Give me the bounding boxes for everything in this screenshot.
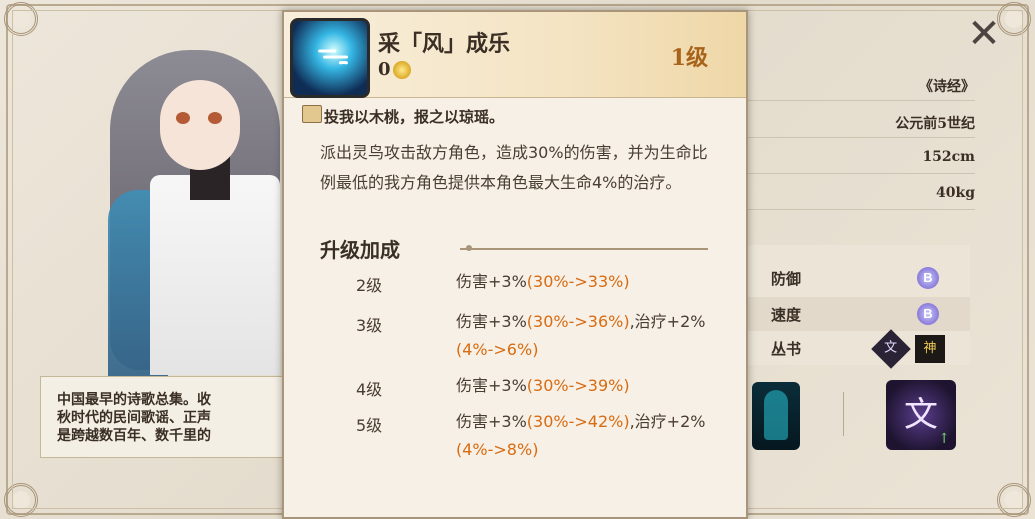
skill-effect: 派出灵鸟攻击敌方角色，造成30%的伤害，并为生命比例最低的我方角色提供本角色最大… — [320, 143, 708, 192]
skill-detail-popup: ᯓ 采「风」成乐 0 1级 投我以木桃，报之以琼瑶。 派出灵鸟攻击敌方角色，造成… — [282, 10, 748, 519]
upgrade-highlight: (30%->42%) — [526, 412, 630, 431]
character-detail-screen: 中国最早的诗歌总集。收 秋时代的民间歌谣、正声 是跨越数百年、数千里的 《诗经》… — [0, 0, 1035, 519]
portrait-robe — [150, 175, 280, 375]
upgrade-text: 伤害+3%(30%->36%),治疗+2% (4%->6%) — [456, 308, 726, 364]
upgrade-level: 5级 — [356, 416, 383, 435]
upgrade-divider — [460, 245, 708, 251]
upgrade-highlight: (30%->39%) — [526, 376, 630, 395]
series-badge-text: 文 — [884, 340, 898, 356]
skill-figure-shape — [764, 390, 788, 440]
upgrade-highlight: (4%->8%) — [456, 440, 539, 459]
upgrade-level: 2级 — [356, 276, 383, 295]
skill-name: 采「风」成乐 — [378, 31, 511, 57]
series-badge-shen[interactable]: 神 — [915, 335, 945, 363]
stat-row-series: 丛书 文 神 — [745, 329, 970, 369]
info-divider — [740, 100, 975, 101]
upgrade-highlight: (30%->36%) — [526, 312, 630, 331]
upgrade-text: 伤害+3%(30%->39%) — [456, 372, 726, 400]
book-icon — [302, 105, 322, 123]
portrait-eye — [208, 112, 222, 124]
upgrade-level: 4级 — [356, 380, 383, 399]
upgrade-highlight: (4%->6%) — [456, 340, 539, 359]
description-line: 是跨越数百年、数千里的 — [57, 428, 211, 444]
info-divider — [740, 209, 975, 210]
close-button[interactable]: ✕ — [960, 12, 1008, 56]
series-badge-wen[interactable]: 文 — [871, 329, 911, 369]
skill-bird-icon: ᯓ — [290, 18, 370, 98]
grade-badge: B — [917, 303, 939, 325]
upgrade-title: 升级加成 — [320, 238, 400, 262]
grade-badge: B — [917, 267, 939, 289]
info-divider — [740, 173, 975, 174]
skill-header: ᯓ 采「风」成乐 0 1级 — [284, 12, 746, 98]
stat-row-defense: 防御 B — [745, 261, 970, 295]
upgrade-prefix: 伤害+3% — [456, 412, 527, 431]
info-era: 公元前5世纪 — [895, 116, 975, 132]
description-line: 中国最早的诗歌总集。收 — [57, 392, 211, 408]
bird-glyph: ᯓ — [316, 33, 350, 73]
upgrade-level: 3级 — [356, 316, 383, 335]
skill-icon-figure[interactable] — [752, 382, 800, 450]
info-divider — [740, 137, 975, 138]
skill-glyph: 文 — [904, 395, 938, 435]
upgrade-mid: ,治疗+2% — [629, 412, 706, 431]
upgrade-prefix: 伤害+3% — [456, 272, 527, 291]
upgrade-text: 伤害+3%(30%->42%),治疗+2% (4%->8%) — [456, 408, 726, 464]
portrait-eye — [176, 112, 190, 124]
skill-cost: 0 — [378, 59, 411, 80]
character-description: 中国最早的诗歌总集。收 秋时代的民间歌谣、正声 是跨越数百年、数千里的 — [40, 376, 300, 458]
upgrade-prefix: 伤害+3% — [456, 376, 527, 395]
info-source: 《诗经》 — [919, 79, 975, 95]
skill-quote: 投我以木桃，报之以琼瑶。 — [324, 108, 505, 126]
upgrade-arrow-icon: ↑ — [938, 431, 950, 447]
stat-label: 丛书 — [771, 340, 802, 358]
stat-label: 防御 — [771, 270, 802, 288]
stat-label: 速度 — [771, 306, 802, 324]
stats-panel: 防御 B 速度 B 丛书 文 神 — [745, 245, 970, 369]
upgrade-mid: ,治疗+2% — [629, 312, 706, 331]
portrait-face — [160, 80, 240, 170]
info-weight: 40kg — [936, 185, 975, 201]
info-height: 152cm — [922, 149, 975, 165]
cost-value: 0 — [378, 59, 391, 80]
upgrade-prefix: 伤害+3% — [456, 312, 527, 331]
upgrade-highlight: (30%->33%) — [526, 272, 630, 291]
coin-icon — [392, 61, 411, 79]
upgrade-text: 伤害+3%(30%->33%) — [456, 268, 726, 296]
skill-icon-wen[interactable]: 文 ↑ — [886, 380, 956, 450]
stat-row-speed: 速度 B — [745, 297, 970, 331]
skill-level: 1级 — [670, 45, 708, 71]
description-line: 秋时代的民间歌谣、正声 — [57, 410, 211, 426]
skills-divider — [843, 392, 844, 436]
